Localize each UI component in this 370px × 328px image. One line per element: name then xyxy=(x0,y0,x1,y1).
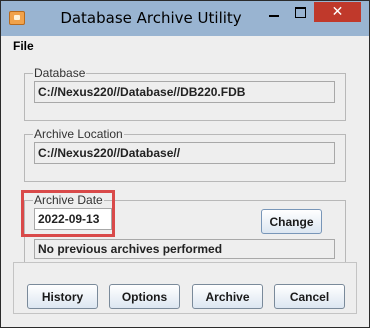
menu-file[interactable]: File xyxy=(13,39,34,53)
database-legend: Database xyxy=(33,66,87,80)
database-group: Database C://Nexus220//Database//DB220.F… xyxy=(24,66,346,121)
maximize-button[interactable] xyxy=(287,2,314,22)
database-path-field: C://Nexus220//Database//DB220.FDB xyxy=(34,81,335,103)
archive-location-field: C://Nexus220//Database// xyxy=(34,142,335,164)
archive-button[interactable]: Archive xyxy=(192,284,263,309)
app-window: Database Archive Utility ✕ File Database… xyxy=(0,0,370,328)
archive-status-field: No previous archives performed xyxy=(34,239,335,259)
maximize-icon xyxy=(295,6,306,18)
title-bar[interactable]: Database Archive Utility ✕ xyxy=(1,1,369,36)
archive-date-legend: Archive Date xyxy=(33,193,104,207)
archive-date-input[interactable]: 2022-09-13 xyxy=(34,208,112,230)
minimize-icon xyxy=(269,14,279,17)
close-icon: ✕ xyxy=(331,4,344,20)
menu-bar: File xyxy=(1,36,369,56)
close-button[interactable]: ✕ xyxy=(314,2,361,22)
minimize-button[interactable] xyxy=(261,2,287,22)
window-title: Database Archive Utility xyxy=(60,9,242,27)
archive-location-legend: Archive Location xyxy=(33,127,124,141)
archive-location-group: Archive Location C://Nexus220//Database/… xyxy=(24,127,346,182)
cancel-button[interactable]: Cancel xyxy=(274,284,345,309)
change-date-button[interactable]: Change xyxy=(261,209,322,234)
history-button[interactable]: History xyxy=(27,284,98,309)
options-button[interactable]: Options xyxy=(109,284,180,309)
